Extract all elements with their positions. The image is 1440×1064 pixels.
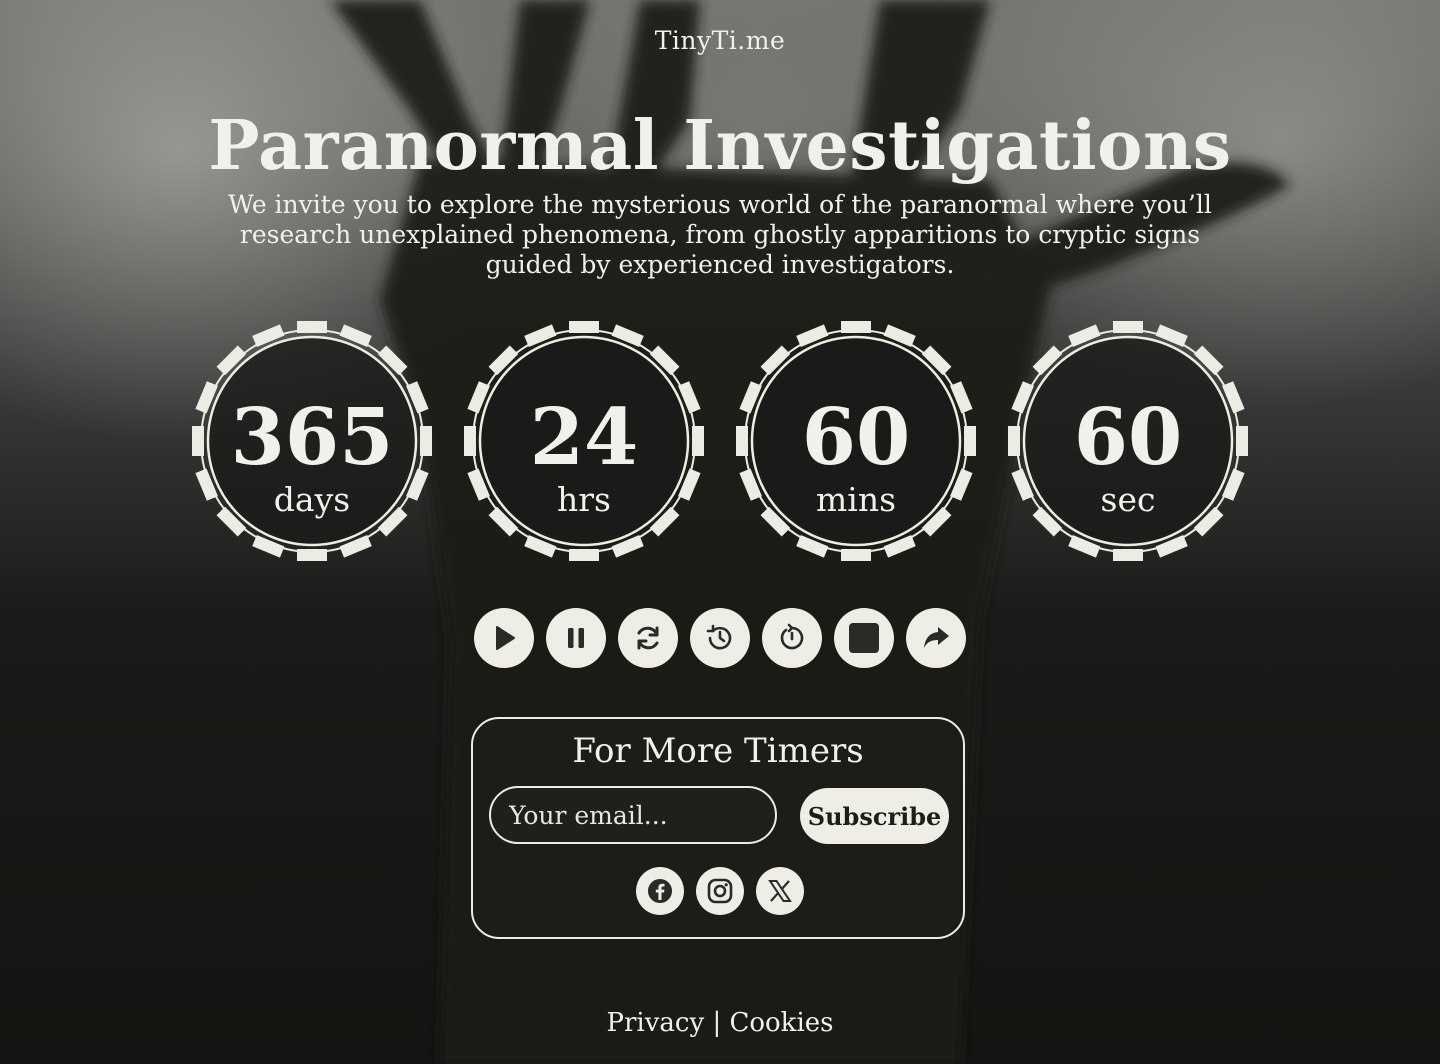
- restart-button[interactable]: [762, 608, 822, 668]
- instagram-icon: [707, 878, 733, 904]
- email-field[interactable]: [489, 786, 777, 844]
- timer-controls: [474, 608, 966, 670]
- pause-button[interactable]: [546, 608, 606, 668]
- refresh-button[interactable]: [618, 608, 678, 668]
- x-twitter-icon: [768, 880, 792, 902]
- counter-minutes: 60 mins: [735, 320, 977, 562]
- subscribe-title: For More Timers: [572, 731, 864, 771]
- social-links: [636, 867, 804, 915]
- counter-value: 60: [1073, 392, 1183, 483]
- play-icon: [496, 626, 515, 650]
- instagram-link[interactable]: [696, 867, 744, 915]
- pause-icon: [568, 628, 584, 648]
- refresh-icon: [637, 626, 659, 650]
- counter-unit: hrs: [557, 480, 611, 519]
- counter-ring-tooth: [841, 321, 871, 333]
- play-button[interactable]: [474, 608, 534, 668]
- counter-unit: days: [273, 480, 351, 519]
- counter-unit: sec: [1100, 480, 1156, 519]
- counter-ring-tooth: [841, 549, 871, 561]
- counter-hours: 24 hrs: [463, 320, 705, 562]
- counter-ring-tooth: [1113, 549, 1143, 561]
- counter-value: 24: [529, 392, 639, 483]
- countdown-counters: 365 days 24 hrs 60 mins 60 sec: [0, 320, 1440, 562]
- counter-ring-tooth: [569, 549, 599, 561]
- counter-ring-tooth: [1113, 321, 1143, 333]
- counter-days: 365 days: [191, 320, 433, 562]
- history-icon: [706, 624, 732, 650]
- facebook-icon: [648, 879, 672, 903]
- stop-icon: [849, 623, 879, 653]
- subscribe-card: For More Timers Subscribe: [471, 717, 965, 939]
- footer-links: Privacy | Cookies: [0, 1008, 1440, 1038]
- facebook-link[interactable]: [636, 867, 684, 915]
- counter-ring-tooth: [297, 321, 327, 333]
- page-subtitle: We invite you to explore the mysterious …: [228, 190, 1212, 279]
- counter-value: 365: [230, 392, 394, 483]
- share-button[interactable]: [906, 608, 966, 668]
- counter-seconds: 60 sec: [1007, 320, 1249, 562]
- subscribe-button[interactable]: Subscribe: [800, 788, 949, 844]
- page-title: Paranormal Investigations: [208, 106, 1232, 186]
- x-twitter-link[interactable]: [756, 867, 804, 915]
- restart-icon: [780, 623, 804, 650]
- brand-logo-text[interactable]: TinyTi.me: [0, 26, 1440, 55]
- footer-separator: |: [712, 1008, 722, 1038]
- counter-unit: mins: [815, 480, 897, 519]
- cookies-link[interactable]: Cookies: [729, 1008, 833, 1038]
- counter-value: 60: [801, 392, 911, 483]
- counter-ring-tooth: [569, 321, 599, 333]
- share-icon: [924, 627, 949, 648]
- stop-button[interactable]: [834, 608, 894, 668]
- history-button[interactable]: [690, 608, 750, 668]
- counter-ring-tooth: [297, 549, 327, 561]
- privacy-link[interactable]: Privacy: [607, 1008, 705, 1038]
